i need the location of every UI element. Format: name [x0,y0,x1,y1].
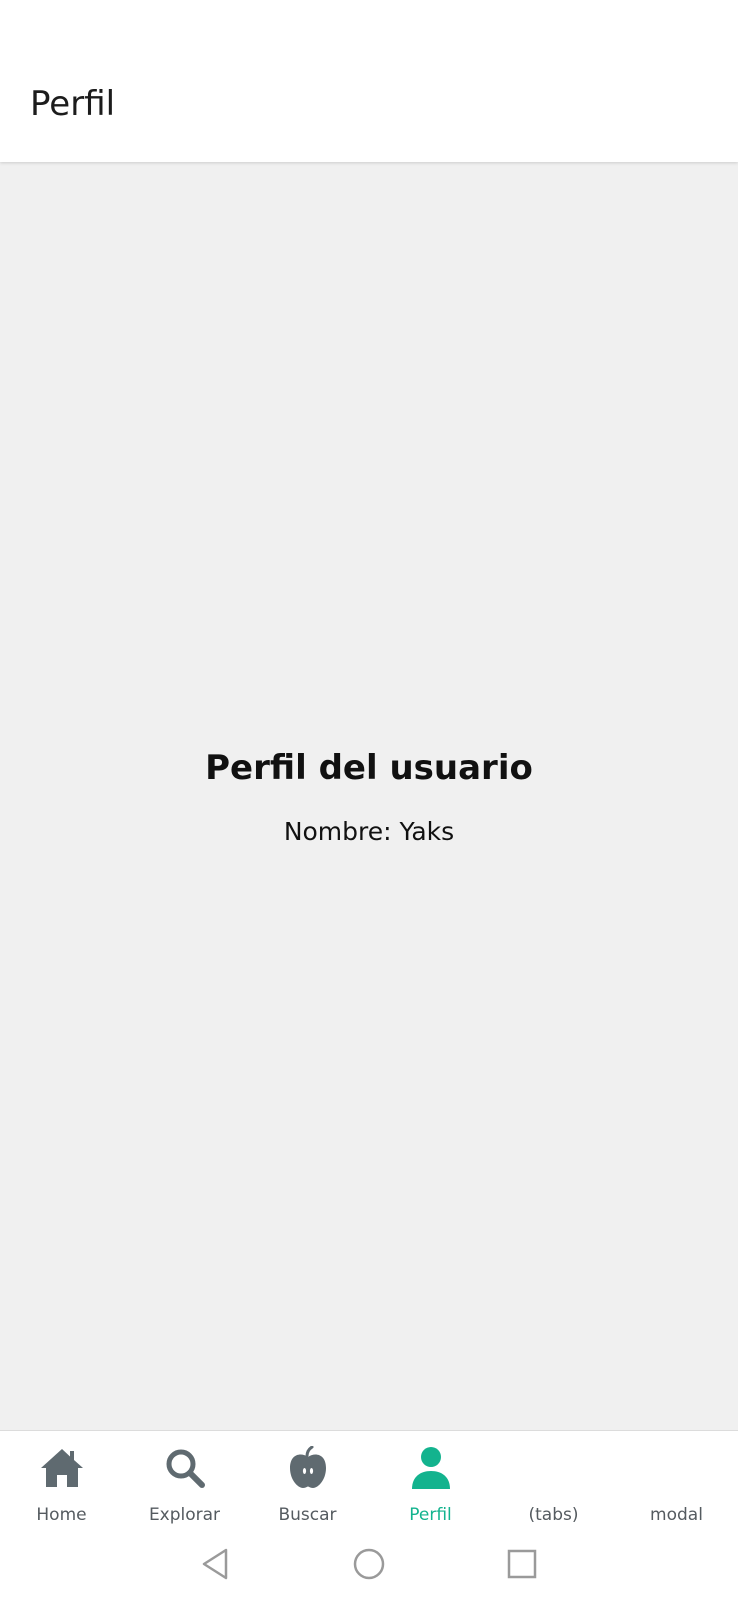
tab-home[interactable]: Home [0,1431,123,1531]
system-navigation-bar [0,1530,738,1600]
tab-perfil[interactable]: Perfil [369,1431,492,1531]
tab-label-tabs: (tabs) [528,1505,579,1525]
profile-content: Perfil del usuario Nombre: Yaks [0,162,738,1430]
profile-name-text: Nombre: Yaks [283,817,455,846]
tab-explorar[interactable]: Explorar [123,1431,246,1531]
user-icon [369,1445,492,1491]
home-icon [0,1445,123,1491]
tab-label-home: Home [36,1505,87,1525]
tab-label-perfil: Perfil [409,1505,452,1525]
page-title: Perfil [30,84,116,124]
app-screen: Perfil Perfil del usuario Nombre: Yaks H… [0,0,738,1600]
tab-buscar[interactable]: Buscar [246,1431,369,1531]
search-icon [123,1445,246,1491]
home-circle-icon[interactable] [349,1544,389,1584]
recents-icon[interactable] [502,1544,542,1584]
back-icon[interactable] [195,1544,235,1584]
tab-label-explorar: Explorar [148,1505,221,1525]
bottom-tab-bar: Home Explorar Buscar Perfil (tabs) modal [0,1430,738,1531]
app-header: Perfil [0,0,738,162]
tab-label-buscar: Buscar [278,1505,337,1525]
tab-modal[interactable]: modal [615,1431,738,1531]
tab-tabs[interactable]: (tabs) [492,1431,615,1531]
apple-icon [246,1445,369,1491]
tab-label-modal: modal [650,1505,703,1525]
profile-heading: Perfil del usuario [205,748,533,788]
